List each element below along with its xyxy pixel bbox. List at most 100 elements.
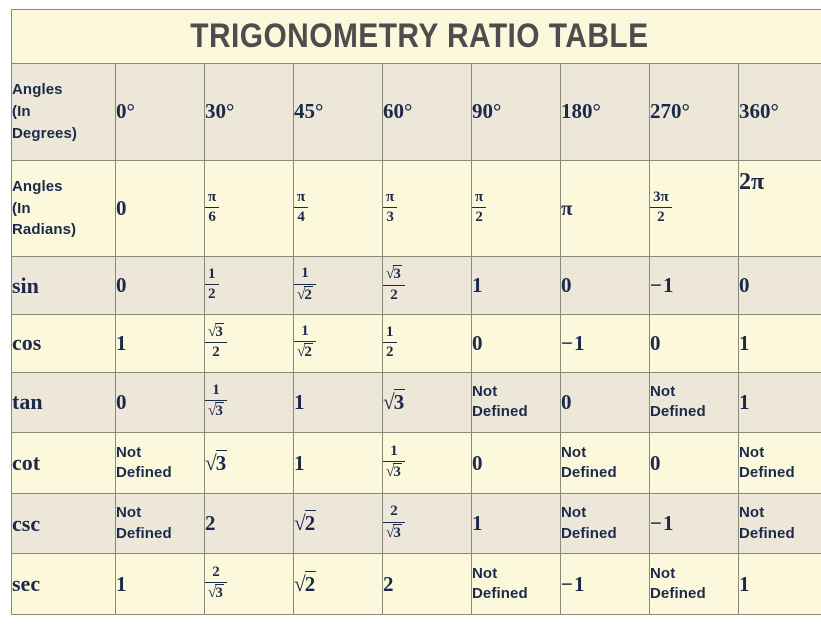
cell-rad-pi-3: π3 [382, 159, 472, 258]
cell-sec-30: 2 √3 [204, 553, 294, 615]
row-sin: sin 0 12 1 √2 √3 2 1 0 −1 0 [11, 256, 821, 316]
fraction-1-over-sqrt2: 1 √2 [294, 323, 316, 362]
fraction-2-over-sqrt3: 2 √3 [205, 564, 227, 603]
cell-sin-0: 0 [115, 256, 205, 316]
cell-sin-180: 0 [560, 256, 650, 316]
row-label-tan: tan [11, 371, 116, 434]
row-angles-radians: Angles (In Radians) 0 π6 π4 π3 π2 π 3π 2 2π [11, 159, 821, 258]
page-title: TRIGONOMETRY RATIO TABLE [190, 17, 649, 55]
cell-cot-30: √3 [204, 432, 294, 494]
cell-csc-90: 1 [471, 492, 561, 555]
row-cos: cos 1 √3 2 1 √2 12 0 −1 0 1 [11, 314, 821, 373]
cell-rad-pi-2: π2 [471, 159, 561, 258]
row-label-csc: csc [11, 492, 116, 555]
row-sec: sec 1 2 √3 √2 2 Not Defined −1 Not Define… [11, 553, 821, 615]
fraction-pi-over-6: π6 [205, 189, 220, 227]
cell-sec-90: Not Defined [471, 553, 561, 615]
not-defined-text: Not Defined [472, 383, 528, 421]
fraction-1-over-2: 12 [205, 266, 219, 304]
row-angles-degrees: Angles (In Degrees) 0° 30° 45° 60° 90° 180… [11, 63, 821, 161]
row-label-cos: cos [11, 314, 116, 373]
cell-sin-360: 0 [737, 256, 821, 316]
cell-deg-360: 360° [737, 63, 821, 161]
cell-rad-2pi: 2π [737, 159, 821, 258]
cell-sec-180: −1 [560, 553, 650, 615]
row-label-angles-degrees: Angles (In Degrees) [11, 63, 116, 161]
cell-sin-270: −1 [649, 256, 739, 316]
cell-csc-45: √2 [293, 492, 383, 555]
cell-csc-270: −1 [649, 492, 739, 555]
cell-tan-0: 0 [115, 371, 205, 434]
cell-sec-270: Not Defined [649, 553, 739, 615]
cell-cos-360: 1 [737, 314, 821, 373]
cell-sin-30: 12 [204, 256, 294, 316]
not-defined-text: Not Defined [650, 383, 706, 421]
not-defined-text: Not Defined [650, 564, 706, 603]
fraction-2-over-sqrt3: 2 √3 [383, 503, 405, 542]
fraction-1-over-sqrt2: 1 √2 [294, 265, 316, 304]
cell-cos-270: 0 [649, 314, 739, 373]
cell-sec-60: 2 [382, 553, 472, 615]
cell-deg-270: 270° [649, 63, 739, 161]
cell-cos-60: 12 [382, 314, 472, 373]
cell-sin-90: 1 [471, 256, 561, 316]
fraction-1-over-sqrt3: 1 √3 [383, 443, 405, 482]
label-text: Angles (In Degrees) [12, 81, 77, 142]
cell-cot-360: Not Defined [737, 432, 821, 494]
cell-sec-45: √2 [293, 553, 383, 615]
not-defined-text: Not Defined [561, 443, 617, 481]
title-row: TRIGONOMETRY RATIO TABLE [10, 9, 821, 64]
cell-cot-45: 1 [293, 432, 383, 494]
cell-cot-180: Not Defined [560, 432, 650, 494]
cell-tan-60: √3 [382, 371, 472, 434]
cell-cot-90: 0 [471, 432, 561, 494]
cell-csc-0: Not Defined [115, 492, 205, 555]
fraction-pi-over-3: π3 [383, 189, 398, 227]
trigonometry-table-sheet: TRIGONOMETRY RATIO TABLE Angles (In Degree… [0, 0, 821, 624]
cell-cot-0: Not Defined [115, 432, 205, 494]
cell-csc-30: 2 [204, 492, 294, 555]
sqrt-2: √2 [294, 570, 317, 596]
cell-deg-30: 30° [204, 63, 294, 161]
cell-sin-45: 1 √2 [293, 256, 383, 316]
cell-sec-360: 1 [737, 553, 821, 615]
cell-rad-pi-4: π4 [293, 159, 383, 258]
fraction-sqrt3-over-2: √3 2 [205, 323, 227, 362]
value-0: 0 [116, 196, 127, 221]
fraction-1-over-2: 12 [383, 324, 397, 362]
fraction-sqrt3-over-2: √3 2 [383, 265, 405, 304]
cell-cos-180: −1 [560, 314, 650, 373]
row-label-angles-radians: Angles (In Radians) [11, 159, 116, 258]
fraction-1-over-sqrt3: 1 √3 [205, 382, 227, 421]
row-cot: cot Not Defined √3 1 1 √3 0 Not Defined 0… [11, 432, 821, 494]
cell-tan-30: 1 √3 [204, 371, 294, 434]
cell-deg-90: 90° [471, 63, 561, 161]
label-text: Angles (In Radians) [12, 177, 77, 239]
row-csc: csc Not Defined 2 √2 2 √3 1 Not Defined −… [11, 492, 821, 555]
not-defined-text: Not Defined [561, 504, 617, 542]
fraction-3pi-over-2: 3π 2 [650, 189, 672, 227]
cell-cos-30: √3 2 [204, 314, 294, 373]
row-label-sin: sin [11, 256, 116, 316]
cell-tan-45: 1 [293, 371, 383, 434]
sqrt-3: √3 [383, 388, 406, 414]
sqrt-2: √2 [294, 510, 317, 536]
row-label-sec: sec [11, 553, 116, 615]
not-defined-text: Not Defined [739, 443, 795, 481]
cell-deg-45: 45° [293, 63, 383, 161]
not-defined-text: Not Defined [116, 443, 172, 481]
cell-rad-0: 0 [115, 159, 205, 258]
cell-cot-60: 1 √3 [382, 432, 472, 494]
not-defined-text: Not Defined [116, 504, 172, 542]
cell-tan-180: 0 [560, 371, 650, 434]
row-label-cot: cot [11, 432, 116, 494]
table-title-cell: TRIGONOMETRY RATIO TABLE [10, 9, 821, 64]
cell-csc-360: Not Defined [737, 492, 821, 555]
cell-cos-45: 1 √2 [293, 314, 383, 373]
cell-deg-180: 180° [560, 63, 650, 161]
cell-cot-270: 0 [649, 432, 739, 494]
cell-sec-0: 1 [115, 553, 205, 615]
fraction-pi-over-2: π2 [472, 189, 487, 227]
sqrt-3: √3 [205, 449, 228, 475]
cell-sin-60: √3 2 [382, 256, 472, 316]
